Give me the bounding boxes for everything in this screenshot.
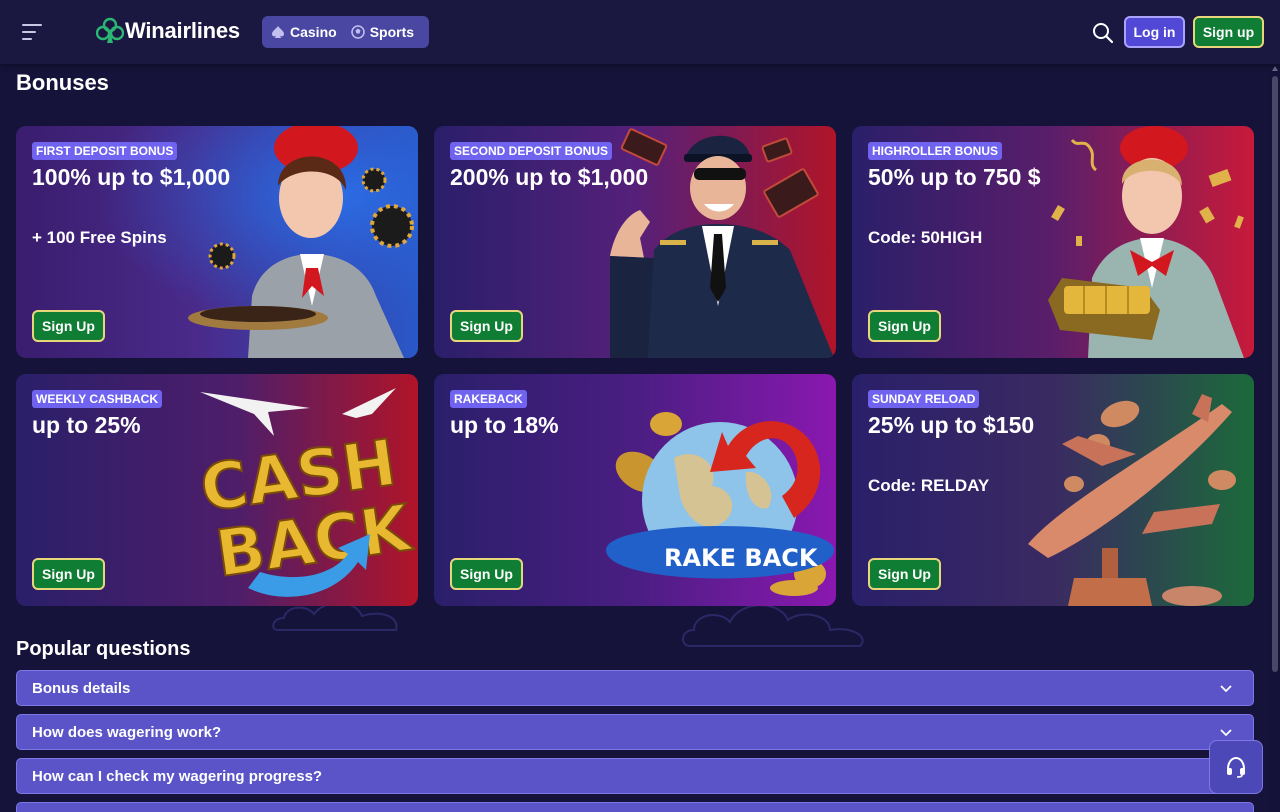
- search-icon[interactable]: [1092, 22, 1114, 44]
- faq-item-label: Bonus details: [32, 679, 131, 697]
- bonus-headline: 200% up to $1,000: [450, 164, 649, 190]
- login-button[interactable]: Log in: [1124, 16, 1185, 48]
- chevron-down-icon: [1220, 685, 1232, 693]
- top-header: Winairlines Casino Sports Log in Sign up: [0, 0, 1280, 64]
- logo-text: Winairlines: [125, 18, 240, 43]
- nav-casino-label: Casino: [290, 24, 337, 40]
- bonus-headline: up to 25%: [32, 412, 141, 438]
- bonus-signup-button[interactable]: Sign Up: [32, 310, 105, 342]
- bonus-card-second-deposit[interactable]: SECOND DEPOSIT BONUS 200% up to $1,000 S…: [434, 126, 836, 358]
- page-scrollbar[interactable]: [1270, 64, 1280, 812]
- soccer-ball-icon: [350, 25, 365, 39]
- bonus-card-sunday-reload[interactable]: SUNDAY RELOAD 25% up to $150 Code: RELDA…: [852, 374, 1254, 606]
- bonus-subline: Code: RELDAY: [868, 476, 990, 495]
- bonus-signup-button[interactable]: Sign Up: [450, 558, 523, 590]
- bonus-tag: SECOND DEPOSIT BONUS: [450, 142, 613, 160]
- faq-item-wagering[interactable]: How does wagering work?: [16, 714, 1254, 750]
- headset-icon: [1227, 756, 1245, 778]
- bonus-card-rakeback[interactable]: RAKE BACK RAKEBACK up to 18% Sign Up: [434, 374, 836, 606]
- bonus-tag: FIRST DEPOSIT BONUS: [32, 142, 178, 160]
- bonus-tag: RAKEBACK: [450, 390, 527, 408]
- bonus-tag: HIGHROLLER BONUS: [868, 142, 1002, 160]
- scroll-thumb[interactable]: [1272, 76, 1278, 672]
- spade-icon: [272, 26, 284, 38]
- bonus-tag: WEEKLY CASHBACK: [32, 390, 163, 408]
- logo[interactable]: Winairlines: [96, 16, 240, 46]
- chevron-down-icon: [1220, 729, 1232, 737]
- nav-casino[interactable]: Casino: [271, 24, 337, 40]
- nav-sports[interactable]: Sports: [350, 24, 415, 40]
- support-chat-button[interactable]: [1209, 740, 1263, 794]
- faq-item-label: How can I check my wagering progress?: [32, 767, 323, 785]
- bonus-card-first-deposit[interactable]: FIRST DEPOSIT BONUS 100% up to $1,000 + …: [16, 126, 418, 358]
- club-logo-icon: [96, 17, 124, 43]
- bonus-headline: 100% up to $1,000: [32, 164, 231, 190]
- page-title: Bonuses: [16, 70, 109, 95]
- bonus-headline: up to 18%: [450, 412, 559, 438]
- nav-sports-label: Sports: [369, 24, 415, 40]
- bonus-subline: Code: 50HIGH: [868, 228, 983, 247]
- faq-item-wagering-progress[interactable]: How can I check my wagering progress?: [16, 758, 1254, 794]
- bonus-signup-button[interactable]: Sign Up: [868, 310, 941, 342]
- faq-item-bonus-details[interactable]: Bonus details: [16, 670, 1254, 706]
- bonus-signup-button[interactable]: Sign Up: [450, 310, 523, 342]
- bonus-subline: + 100 Free Spins: [32, 228, 167, 247]
- menu-icon[interactable]: [22, 24, 42, 40]
- bonus-signup-button[interactable]: Sign Up: [868, 558, 941, 590]
- faq-title: Popular questions: [16, 638, 191, 660]
- bonus-card-highroller[interactable]: HIGHROLLER BONUS 50% up to 750 $ Code: 5…: [852, 126, 1254, 358]
- section-switcher: Casino Sports: [262, 16, 429, 48]
- scroll-up-arrow-icon[interactable]: [1272, 66, 1278, 71]
- bonus-headline: 50% up to 750 $: [868, 164, 1041, 190]
- faq-item-next[interactable]: [16, 802, 1254, 812]
- bonus-signup-button[interactable]: Sign Up: [32, 558, 105, 590]
- bonus-card-weekly-cashback[interactable]: CASH BACK WEEKLY CASHBACK up to 25% Sign…: [16, 374, 418, 606]
- rake-back-lettering: RAKE BACK: [664, 544, 819, 572]
- bonus-tag: SUNDAY RELOAD: [868, 390, 980, 408]
- bonus-headline: 25% up to $150: [868, 412, 1035, 438]
- signup-button[interactable]: Sign up: [1193, 16, 1264, 48]
- faq-item-label: How does wagering work?: [32, 723, 222, 741]
